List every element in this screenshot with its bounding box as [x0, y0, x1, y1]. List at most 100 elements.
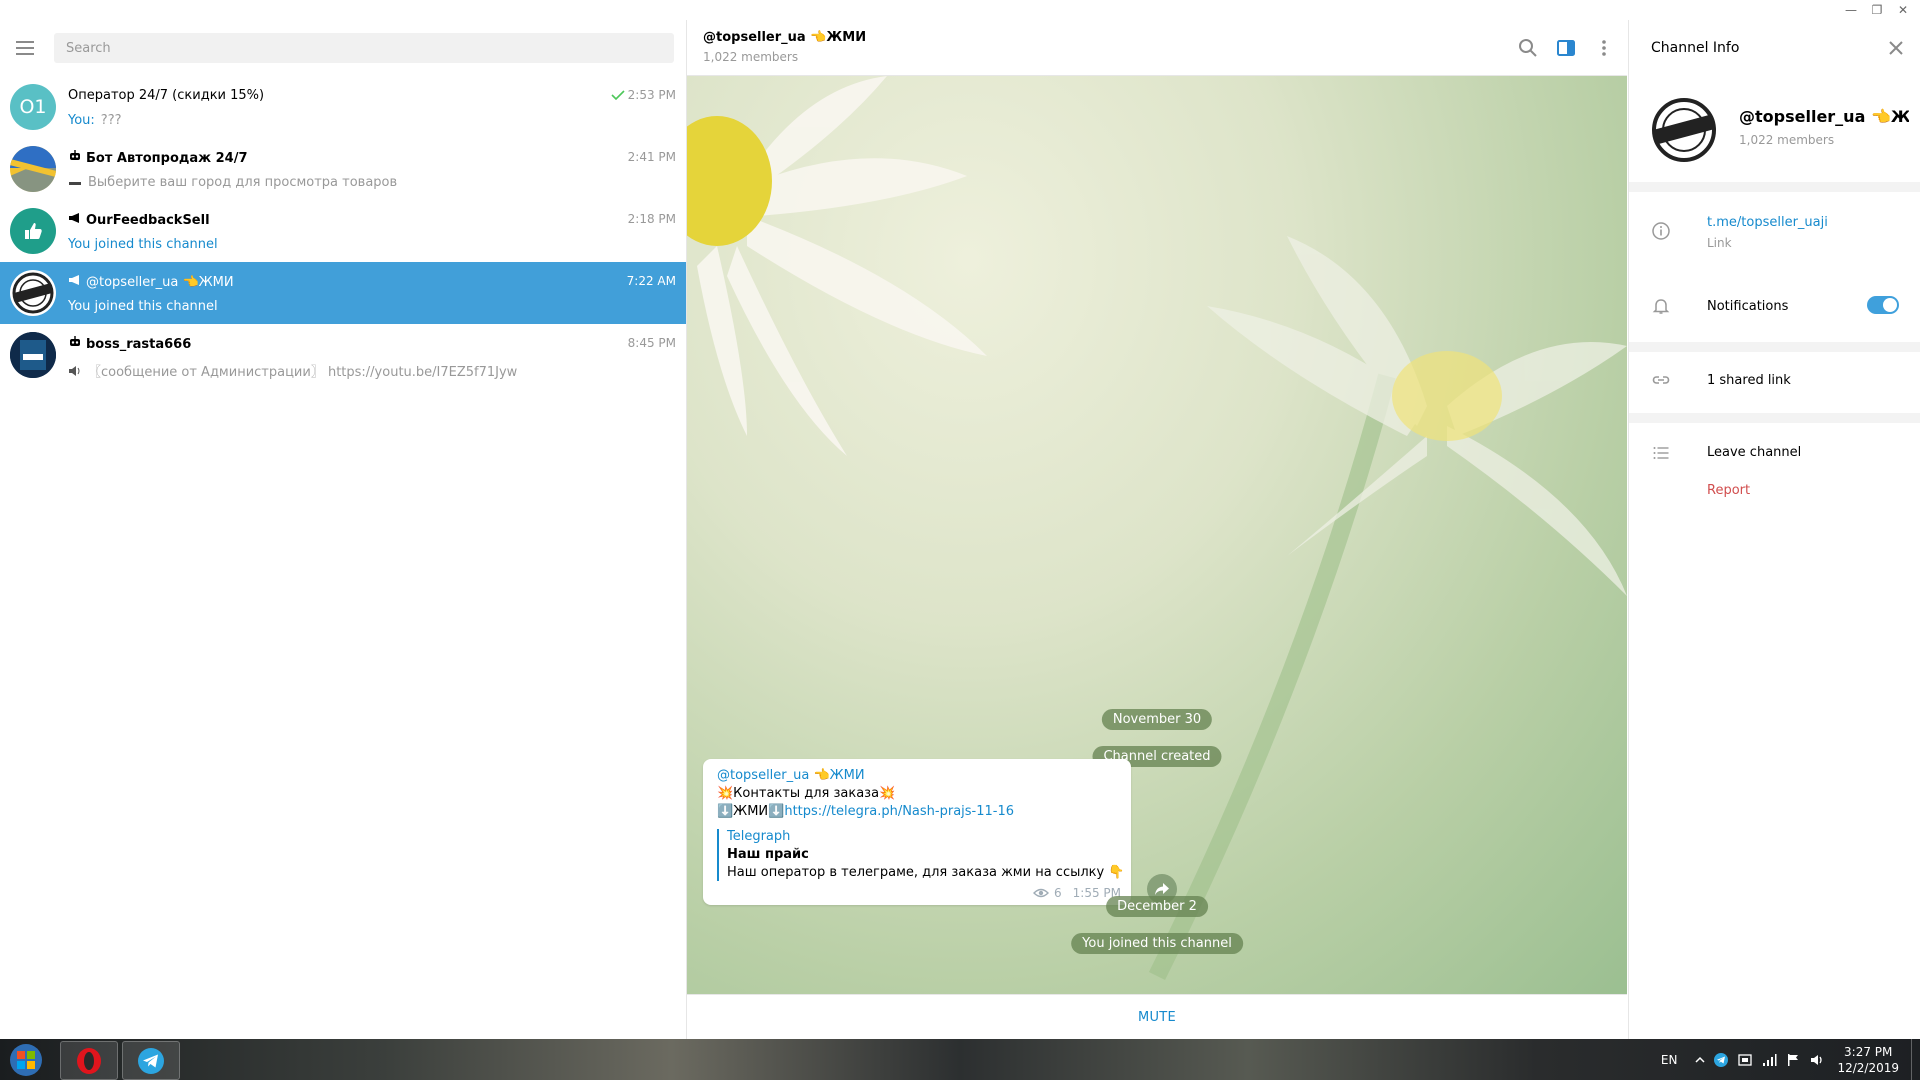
avatar	[10, 332, 56, 378]
keyboard-tray-icon[interactable]	[1737, 1052, 1753, 1068]
service-message: You joined this channel	[1071, 933, 1243, 954]
chat-item-boss-rasta[interactable]: boss_rasta666 8:45 PM 〖сообщение от Адми…	[0, 324, 686, 386]
post-text-line: 💥Контакты для заказа💥	[717, 786, 896, 801]
start-button[interactable]	[4, 1040, 48, 1080]
chat-list: O1 Оператор 24/7 (скидки 15%) 2:53 PM Yo…	[0, 76, 686, 386]
toggle-knob	[1883, 298, 1897, 312]
preview-site: Telegraph	[727, 829, 791, 844]
maximize-button[interactable]: ❐	[1864, 0, 1890, 20]
language-indicator[interactable]: EN	[1661, 1053, 1678, 1067]
bell-icon	[1651, 296, 1671, 316]
post-author[interactable]: @topseller_ua 👈ЖМИ	[717, 768, 865, 783]
sidebar-toggle-icon[interactable]	[1555, 37, 1577, 59]
network-icon[interactable]	[1761, 1052, 1777, 1068]
window-controls: — ❐ ✕	[1838, 0, 1916, 20]
shared-links-item[interactable]: 1 shared link	[1707, 373, 1791, 388]
list-icon	[1651, 443, 1671, 463]
clock-time: 3:27 PM	[1844, 1044, 1893, 1059]
chat-last-message: You: ???	[68, 113, 658, 128]
taskbar-clock[interactable]: 3:27 PM 12/2/2019	[1825, 1044, 1911, 1076]
dash-icon	[68, 177, 82, 189]
chat-item-operator[interactable]: O1 Оператор 24/7 (скидки 15%) 2:53 PM Yo…	[0, 76, 686, 138]
chat-time-text: 2:18 PM	[627, 212, 676, 226]
info-icon	[1651, 221, 1671, 241]
telegram-tray-icon[interactable]	[1713, 1052, 1729, 1068]
chat-title: Бот Автопродаж 24/7	[68, 150, 588, 166]
close-window-button[interactable]: ✕	[1890, 0, 1916, 20]
bot-icon	[68, 150, 82, 166]
chat-list-panel: O1 Оператор 24/7 (скидки 15%) 2:53 PM Yo…	[0, 20, 687, 1039]
read-check-icon	[611, 90, 625, 100]
chat-time-text: 7:22 AM	[626, 274, 676, 288]
chat-name: Бот Автопродаж 24/7	[86, 150, 248, 166]
close-icon[interactable]	[1885, 37, 1907, 59]
chat-last-message: You joined this channel	[68, 237, 658, 252]
panel-title: Channel Info	[1651, 40, 1740, 56]
search-icon[interactable]	[1517, 37, 1539, 59]
volume-icon[interactable]	[1809, 1052, 1825, 1068]
notifications-label: Notifications	[1707, 299, 1789, 314]
views-count: 6	[1054, 886, 1062, 900]
channel-info-panel: Channel Info @topseller_ua 👈ЖМИ 1,022 me…	[1628, 20, 1920, 1039]
megaphone-icon	[68, 212, 82, 228]
show-desktop-button[interactable]	[1911, 1039, 1920, 1080]
chat-title: boss_rasta666	[68, 336, 588, 352]
chat-list-topbar	[0, 20, 686, 76]
conversation-bottombar: MUTE	[687, 994, 1627, 1040]
message-text: 〖сообщение от Администрации〗 https://you…	[88, 365, 518, 380]
section-divider	[1629, 182, 1920, 192]
chat-name: @topseller_ua 👈ЖМИ	[86, 274, 234, 290]
conversation-members: 1,022 members	[703, 50, 799, 64]
chat-time-text: 2:53 PM	[627, 88, 676, 102]
mute-button[interactable]: MUTE	[1138, 1010, 1176, 1025]
minimize-button[interactable]: —	[1838, 0, 1864, 20]
megaphone-icon	[68, 274, 82, 290]
preview-description: Наш оператор в телеграме, для заказа жми…	[727, 865, 1125, 880]
link-preview[interactable]: Telegraph Наш прайс Наш оператор в телег…	[717, 829, 1125, 881]
channel-avatar	[1649, 95, 1719, 165]
leave-channel-button[interactable]: Leave channel	[1707, 445, 1801, 460]
chat-name: Оператор 24/7 (скидки 15%)	[68, 88, 265, 103]
message-text: You joined this channel	[68, 299, 218, 314]
action-center-flag-icon[interactable]	[1785, 1052, 1801, 1068]
tray-expand-icon[interactable]	[1695, 1056, 1705, 1064]
chat-time-text: 8:45 PM	[627, 336, 676, 350]
conversation-title[interactable]: @topseller_ua 👈ЖМИ	[703, 30, 866, 45]
chat-time: 7:22 AM	[627, 274, 676, 288]
windows-taskbar: EN 3:27 PM 12/2/2019	[0, 1039, 1920, 1080]
chat-title: @topseller_ua 👈ЖМИ	[68, 274, 588, 290]
window-titlebar: — ❐ ✕	[0, 0, 1920, 20]
chat-time: 2:18 PM	[628, 212, 676, 226]
conversation-panel: @topseller_ua 👈ЖМИ 1,022 members Novembe…	[687, 20, 1627, 1040]
clock-date: 12/2/2019	[1837, 1060, 1899, 1075]
opera-taskbar-button[interactable]	[60, 1041, 118, 1080]
chat-item-topseller[interactable]: @topseller_ua 👈ЖМИ 7:22 AM You joined th…	[0, 262, 686, 324]
message-prefix: You:	[68, 113, 95, 128]
chat-title: OurFeedbackSell	[68, 212, 588, 228]
chat-item-bot-autoprodazh[interactable]: Бот Автопродаж 24/7 2:41 PM Выберите ваш…	[0, 138, 686, 200]
chat-item-ourfeedbacksell[interactable]: OurFeedbackSell 2:18 PM You joined this …	[0, 200, 686, 262]
channel-post[interactable]: @topseller_ua 👈ЖМИ 💥Контакты для заказа💥…	[703, 759, 1131, 905]
search-input[interactable]	[54, 33, 674, 63]
chat-title: Оператор 24/7 (скидки 15%)	[68, 88, 588, 103]
channel-name: @topseller_ua 👈ЖМИ	[1739, 107, 1909, 126]
link-icon	[1651, 370, 1671, 390]
preview-title: Наш прайс	[727, 847, 809, 862]
hamburger-menu-icon[interactable]	[14, 38, 38, 58]
channel-link[interactable]: t.me/topseller_uaji	[1707, 215, 1828, 230]
message-text: Выберите ваш город для просмотра товаров	[88, 175, 398, 190]
post-link[interactable]: https://telegra.ph/Nash-prajs-11-16	[784, 804, 1014, 819]
message-text: ???	[100, 113, 122, 128]
opera-icon	[77, 1047, 101, 1074]
telegram-taskbar-button[interactable]	[122, 1041, 180, 1080]
chat-wallpaper: November 30 Channel created @topseller_u…	[687, 76, 1627, 994]
notifications-toggle[interactable]	[1867, 296, 1899, 314]
views-icon	[1033, 888, 1049, 898]
more-vert-icon[interactable]	[1593, 37, 1615, 59]
message-text: You joined this channel	[68, 237, 218, 252]
channel-members: 1,022 members	[1739, 133, 1835, 147]
report-button[interactable]: Report	[1707, 483, 1750, 498]
system-tray: EN 3:27 PM 12/2/2019	[1661, 1039, 1920, 1080]
channel-link-label: Link	[1707, 236, 1732, 250]
section-divider	[1629, 342, 1920, 352]
